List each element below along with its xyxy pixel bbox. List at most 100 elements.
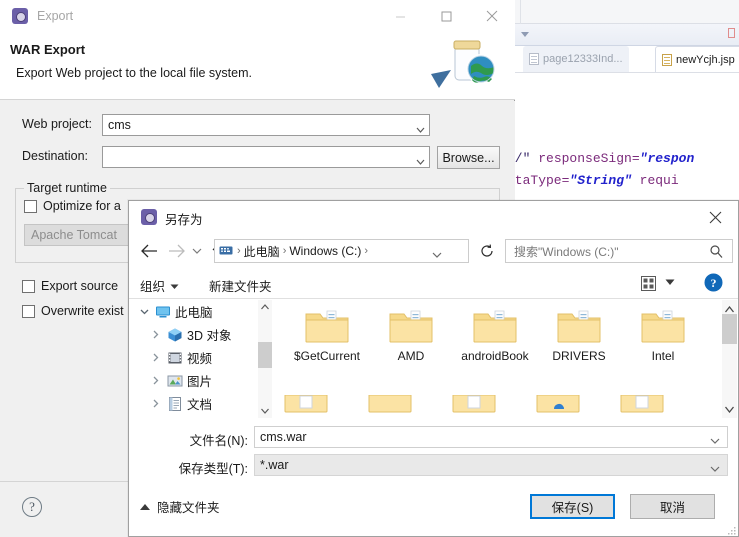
chevron-down-icon [416,155,425,165]
resize-grip[interactable] [726,524,736,535]
filetype-label: 保存类型(T): [178,462,248,476]
tab-overflow-chevron-icon[interactable] [521,32,529,37]
folder-icon [305,310,349,347]
tree-item-videos[interactable]: 视频 [129,346,255,369]
file-item[interactable]: Intel [620,308,706,364]
file-item-clipped[interactable] [452,394,496,416]
search-input[interactable]: 搜索"Windows (C:)" [505,239,733,263]
code-line: ataType="String" requi [507,170,739,192]
overwrite-checkbox[interactable] [22,304,35,318]
tree-scrollbar-thumb[interactable] [258,342,272,368]
computer-icon [155,304,171,320]
tree-item-3d-objects[interactable]: 3D 对象 [129,323,255,346]
ide-toolbar [515,0,739,24]
overwrite-checkbox-row[interactable]: Overwrite exist [22,304,124,318]
export-source-checkbox-row[interactable]: Export source [22,279,118,293]
new-folder-label: 新建文件夹 [209,280,272,294]
file-list[interactable]: $GetCurrent AMD androidBook DRIVERS Inte… [276,300,722,418]
chevron-right-icon[interactable] [149,376,163,385]
chevron-down-icon[interactable] [137,309,151,315]
refresh-icon[interactable] [477,241,497,261]
tree-item-documents[interactable]: 文档 [129,392,255,415]
file-item-clipped[interactable] [536,394,580,416]
organize-button[interactable]: 组织 [140,276,179,295]
recent-locations-chevron-down-icon[interactable] [189,241,205,261]
optimize-checkbox-row[interactable]: Optimize for a [24,199,121,213]
file-item[interactable]: DRIVERS [536,308,622,364]
breadcrumb-item-0[interactable]: 此电脑 [244,243,280,260]
tree-item-pictures[interactable]: 图片 [129,369,255,392]
file-item-clipped[interactable] [284,394,328,416]
browse-button[interactable]: Browse... [437,146,500,169]
file-item-clipped[interactable] [368,394,412,416]
web-project-row: Web project: [22,117,104,131]
hide-folders-toggle[interactable]: 隐藏文件夹 [140,497,220,516]
runtime-value: Apache Tomcat [31,228,117,242]
folder-icon [641,310,685,347]
file-item[interactable]: androidBook [452,308,538,364]
destination-row: Destination: [22,149,104,163]
filename-label: 文件名(N): [189,434,248,448]
optimize-checkbox[interactable] [24,199,37,213]
maximize-button[interactable] [423,0,469,32]
web-project-combobox[interactable]: cms [102,114,430,136]
file-name: androidBook [461,349,529,363]
scroll-down-icon[interactable] [724,402,735,416]
cancel-button-label: 取消 [659,501,685,515]
pictures-icon [167,373,183,389]
chevron-right-icon[interactable] [149,330,163,339]
close-icon[interactable] [692,201,738,233]
cancel-button[interactable]: 取消 [630,494,715,519]
close-button[interactable] [469,0,515,32]
save-as-titlebar[interactable]: 另存为 [129,201,738,233]
code-token: "respon [639,151,695,166]
window-buttons [377,0,515,32]
scroll-down-icon[interactable] [258,404,272,418]
editor-tab-inactive[interactable]: page12333Ind... [523,46,629,72]
filename-input[interactable]: cms.war [254,426,728,448]
scroll-up-icon[interactable] [258,300,272,314]
tree-item-label: 图片 [187,375,213,389]
chevron-right-icon[interactable] [149,399,163,408]
new-folder-button[interactable]: 新建文件夹 [209,276,272,295]
page-title: WAR Export [10,42,86,57]
export-source-label: Export source [41,279,119,293]
export-source-checkbox[interactable] [22,279,35,293]
filetype-value: *.war [260,458,289,472]
file-name: $GetCurrent [293,349,361,363]
3d-objects-icon [167,327,183,343]
editor-error-marker-icon [728,28,735,38]
save-button[interactable]: 保存(S) [530,494,615,519]
code-token: requi [631,173,679,188]
help-icon[interactable]: ? [22,497,42,517]
export-dialog-titlebar[interactable]: Export [0,0,515,32]
view-chevron-down-icon[interactable] [664,277,676,287]
filetype-combobox[interactable]: *.war [254,454,728,476]
breadcrumb-chevron-down-icon[interactable] [432,248,442,262]
editor-tab-active[interactable]: newYcjh.jsp [655,46,739,72]
breadcrumb-item-1[interactable]: Windows (C:) [289,244,361,258]
file-item-clipped[interactable] [620,394,664,416]
file-item[interactable]: AMD [368,308,454,364]
web-project-value: cms [108,118,131,132]
help-circle-icon[interactable]: ? [703,272,723,292]
chevron-right-icon[interactable] [149,353,163,362]
tree-item-this-pc[interactable]: 此电脑 [129,300,255,323]
arrow-left-icon[interactable] [138,240,160,262]
file-list-scrollbar[interactable] [722,300,737,418]
svg-text:?: ? [710,276,716,290]
drive-icon [219,245,234,258]
tree-item-label: 3D 对象 [187,329,232,343]
chevron-down-icon[interactable] [710,434,720,448]
minimize-button[interactable] [377,0,423,32]
file-list-scrollbar-thumb[interactable] [722,314,737,344]
save-as-title: 另存为 [165,213,203,227]
file-item[interactable]: $GetCurrent [284,308,370,364]
breadcrumb[interactable]: › 此电脑 › Windows (C:) › [214,239,469,263]
chevron-down-icon[interactable] [710,462,720,476]
web-project-label: Web project: [22,117,92,131]
destination-combobox[interactable] [102,146,430,168]
chevron-down-icon [170,279,179,293]
tree-scrollbar[interactable] [258,300,272,418]
view-tiles-icon[interactable] [639,274,657,292]
